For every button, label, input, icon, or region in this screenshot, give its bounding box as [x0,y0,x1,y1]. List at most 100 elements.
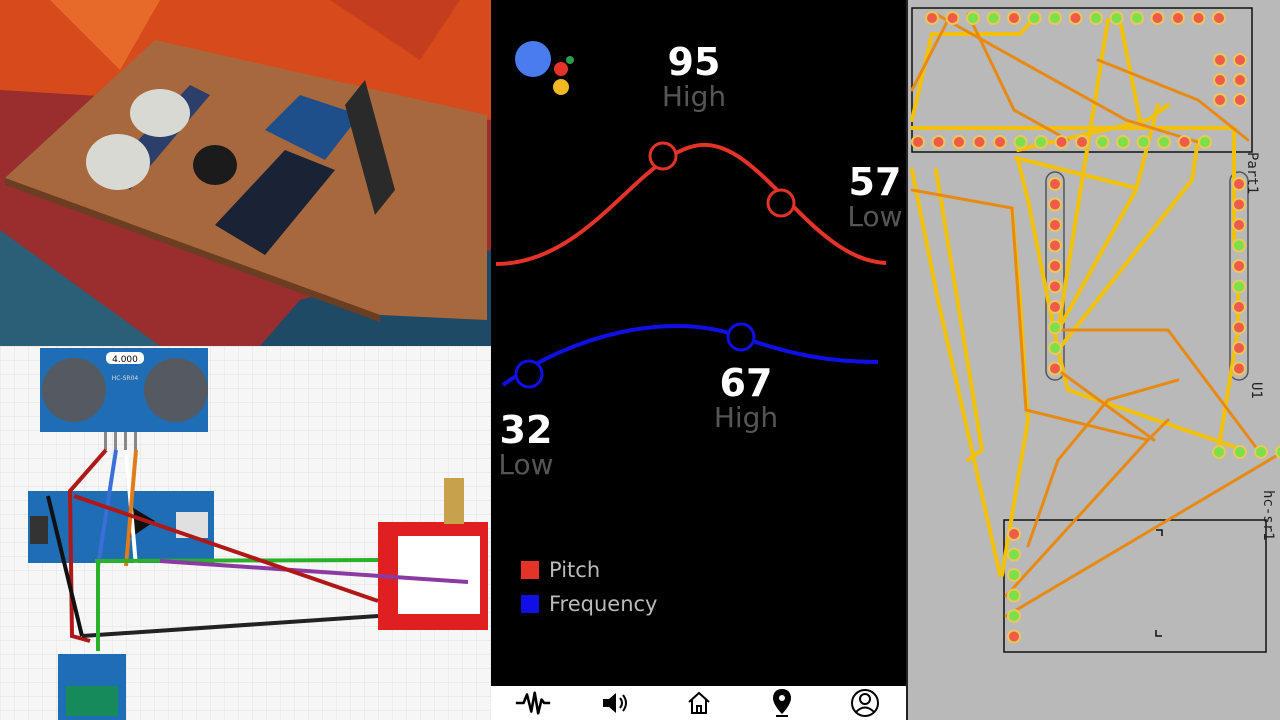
legend-pitch-label: Pitch [549,558,601,582]
pitch-peak-marker[interactable] [648,141,678,171]
pcb-pad [966,11,980,25]
pcb-pad [1048,218,1062,232]
pcb-pad [1150,11,1165,25]
pcb-pad [1048,259,1062,273]
u1-label: U1 [1248,382,1264,399]
frequency-start-value: 32 [499,408,553,452]
pcb-pad [1136,135,1151,149]
sensor-crystal-label: 4.000 [112,355,138,365]
pcb-pad [1048,279,1062,294]
frequency-start-label: Low [498,448,554,481]
bottom-nav-bar [491,686,906,720]
pcb-pad [1232,279,1246,294]
pcb-pad [1213,73,1227,87]
chart-legend: Pitch Frequency [521,553,658,621]
legend-item-frequency: Frequency [521,587,658,621]
frequency-start-marker[interactable] [514,359,544,389]
home-icon[interactable] [681,688,717,718]
pcb-pad [952,135,966,149]
circuit-photo-drawing [0,0,491,346]
pcb-pad [1198,135,1212,149]
pcb-pad [1007,568,1021,582]
pcb-pad [1007,609,1021,623]
pcb-pad [1275,445,1280,459]
pcb-pad [1233,445,1247,459]
pcb-pad [1013,135,1028,149]
pcb-pad [1254,445,1268,459]
pcb-pad [1232,300,1246,314]
pcb-pad [1109,11,1124,25]
pcb-pad [1233,73,1247,87]
pcb-pad [972,135,987,149]
pitch-curve [495,142,887,266]
pcb-pad [1232,341,1246,355]
pcb-pad [1048,197,1062,212]
pcb-pad [1191,11,1206,25]
profile-icon[interactable] [847,688,883,718]
pcb-pad [945,11,960,25]
pcb-pad [1027,11,1042,25]
pcb-pad [1233,93,1247,107]
pcb-pad [1007,629,1021,644]
frequency-peak-stat: 67 High [701,363,791,433]
pcb-pad [1233,53,1247,67]
pcb-pad [1054,135,1069,149]
pcb-pad [993,135,1007,149]
antenna-connector [444,478,464,524]
frequency-peak-label: High [713,401,779,434]
pcb-pad [1048,341,1062,355]
speaker-icon[interactable] [598,688,634,718]
frequency-curve [501,323,879,387]
frequency-peak-marker[interactable] [726,322,756,352]
pcb-pad [1075,135,1089,149]
pcb-pad [1116,135,1130,149]
pcb-pad [925,11,939,25]
pcb-drawing: Part1 U1 hc-sr1 [910,7,1280,653]
pcb-pad [1177,135,1192,149]
pcb-pad [911,135,925,149]
pcb-pad [1212,445,1226,459]
pitch-peak-value: 95 [667,40,721,84]
pcb-pad [1157,135,1171,149]
pcb-pad [986,11,1001,25]
pcb-pad [1034,135,1048,149]
pcb-pad [1232,218,1246,232]
frequency-swatch [521,595,539,613]
part1-label: Part1 [1244,152,1260,194]
pcb-pad [1232,320,1246,335]
pcb-pad [1007,11,1021,25]
pcb-pad [1007,547,1021,562]
pcb-pad [1089,11,1103,25]
bluetooth-hc05-module [58,654,126,720]
pitch-end-value: 57 [848,160,902,204]
pitch-peak-label: High [661,80,727,113]
pcb-pad [1232,361,1246,376]
waveform-icon[interactable] [515,688,551,718]
frequency-peak-value: 67 [719,361,773,405]
circuit-photo [0,0,491,346]
pcb-layout: Part1 U1 hc-sr1 [906,0,1280,720]
pcb-pad [1048,238,1062,253]
buzzer [193,145,237,185]
app-screen: 95 High 57 Low 32 Low 67 High Pitch Freq… [491,0,906,720]
location-pin-icon[interactable] [764,688,800,718]
pcb-pad [1068,11,1083,25]
pcb-pad [1212,11,1226,25]
pitch-peak-stat: 95 High [649,42,739,112]
pcb-pad [1232,197,1246,212]
pcb-pad [1213,93,1227,107]
pcb-pad [931,135,946,149]
pcb-pad [1213,53,1227,67]
pcb-pad [1232,177,1246,191]
legend-frequency-label: Frequency [549,592,658,616]
pcb-pad [1171,11,1185,25]
pitch-swatch [521,561,539,579]
pcb-pad [1232,238,1246,253]
schematic-drawing: 4.000 HC-SR04 [0,346,491,720]
pcb-pad [1048,11,1062,25]
pitch-end-marker[interactable] [766,188,796,218]
pcb-pad [1095,135,1110,149]
pitch-end-label: Low [847,200,903,233]
pcb-pad [1130,11,1144,25]
frequency-start-stat: 32 Low [491,410,561,480]
